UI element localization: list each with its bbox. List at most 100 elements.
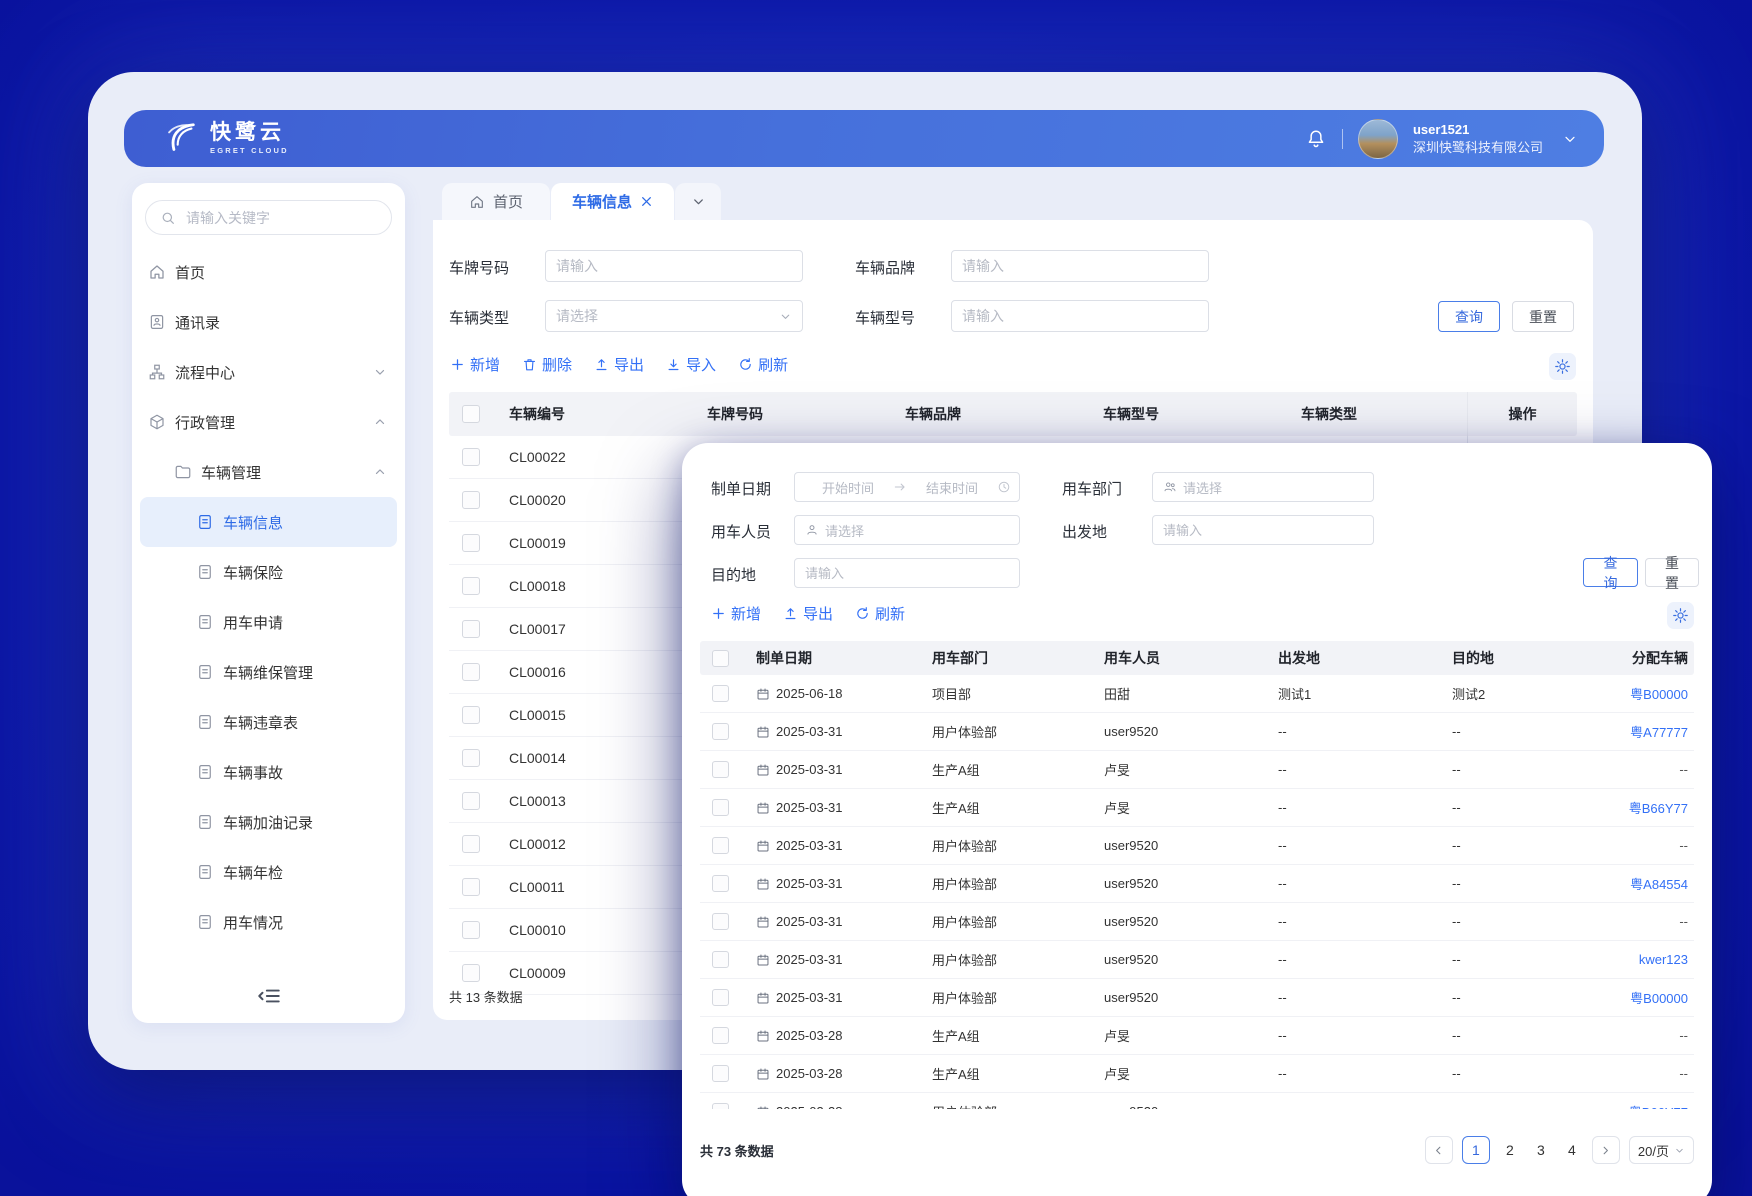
row-checkbox[interactable] bbox=[462, 921, 480, 939]
row-checkbox[interactable] bbox=[712, 989, 729, 1006]
sidebar-item-1[interactable]: 首页 bbox=[140, 247, 397, 297]
sidebar-item-3[interactable]: 流程中心 bbox=[140, 347, 397, 397]
sidebar-search[interactable] bbox=[145, 200, 392, 235]
table-row[interactable]: 2025-03-28生产A组卢旻------ bbox=[700, 1017, 1694, 1055]
row-checkbox[interactable] bbox=[462, 405, 480, 423]
page-button-4[interactable]: 4 bbox=[1561, 1142, 1583, 1158]
sidebar-item-7[interactable]: 车辆保险 bbox=[140, 547, 397, 597]
destination-input[interactable] bbox=[794, 558, 1020, 588]
use-person-select[interactable]: 请选择 bbox=[794, 515, 1020, 545]
use-dept-select[interactable]: 请选择 bbox=[1152, 472, 1374, 502]
next-page-button[interactable] bbox=[1592, 1136, 1620, 1164]
tab-vehicle-info[interactable]: 车辆信息 bbox=[551, 183, 674, 220]
table-row[interactable]: 2025-03-31用户体验部user9520----kwer123 bbox=[700, 941, 1694, 979]
assigned-vehicle-link[interactable]: 粤B00000 bbox=[1604, 684, 1694, 703]
row-checkbox[interactable] bbox=[462, 491, 480, 509]
row-checkbox[interactable] bbox=[712, 1103, 729, 1109]
row-checkbox[interactable] bbox=[712, 685, 729, 702]
page-size-select[interactable]: 20/页 bbox=[1629, 1136, 1694, 1164]
row-checkbox[interactable] bbox=[462, 964, 480, 982]
row-checkbox[interactable] bbox=[712, 837, 729, 854]
table-row[interactable]: 2025-06-18项目部田甜测试1测试2粤B00000 bbox=[700, 675, 1694, 713]
row-checkbox[interactable] bbox=[712, 799, 729, 816]
vehicle-brand-input[interactable] bbox=[951, 250, 1209, 282]
plate-number-input[interactable] bbox=[545, 250, 803, 282]
sidebar-item-4[interactable]: 行政管理 bbox=[140, 397, 397, 447]
sidebar-item-5[interactable]: 车辆管理 bbox=[140, 447, 397, 497]
table-row[interactable]: 2025-03-31用户体验部user9520----粤B00000 bbox=[700, 979, 1694, 1017]
row-checkbox[interactable] bbox=[462, 534, 480, 552]
table-row[interactable]: 2025-03-28用户体验部user9520----粤B66Y77 bbox=[700, 1093, 1694, 1109]
table-row[interactable]: 2025-03-31用户体验部user9520----粤A77777 bbox=[700, 713, 1694, 751]
toolbar-action-3[interactable]: 导出 bbox=[594, 354, 644, 375]
assigned-vehicle-link[interactable]: kwer123 bbox=[1604, 952, 1694, 967]
row-checkbox[interactable] bbox=[712, 1065, 729, 1082]
toolbar-action-1[interactable]: 新增 bbox=[450, 354, 500, 375]
row-checkbox[interactable] bbox=[712, 723, 729, 740]
sidebar-item-13[interactable]: 车辆年检 bbox=[140, 847, 397, 897]
table-row[interactable]: 2025-03-31用户体验部user9520------ bbox=[700, 827, 1694, 865]
page-button-2[interactable]: 2 bbox=[1499, 1142, 1521, 1158]
page-button-3[interactable]: 3 bbox=[1530, 1142, 1552, 1158]
toolbar-action-2[interactable]: 删除 bbox=[522, 354, 572, 375]
sidebar-item-14[interactable]: 用车情况 bbox=[140, 897, 397, 947]
table-row[interactable]: 2025-03-31生产A组卢旻----粤B66Y77 bbox=[700, 789, 1694, 827]
row-checkbox[interactable] bbox=[712, 913, 729, 930]
sidebar-item-6[interactable]: 车辆信息 bbox=[140, 497, 397, 547]
row-checkbox[interactable] bbox=[712, 951, 729, 968]
toolbar-action-3[interactable]: 刷新 bbox=[855, 603, 905, 624]
query-button[interactable]: 查询 bbox=[1583, 558, 1638, 587]
sidebar-item-11[interactable]: 车辆事故 bbox=[140, 747, 397, 797]
row-checkbox[interactable] bbox=[462, 577, 480, 595]
close-tab-icon[interactable] bbox=[640, 195, 653, 208]
sidebar-item-10[interactable]: 车辆违章表 bbox=[140, 697, 397, 747]
row-checkbox[interactable] bbox=[712, 650, 729, 667]
row-checkbox[interactable] bbox=[712, 761, 729, 778]
toolbar-action-1[interactable]: 新增 bbox=[711, 603, 761, 624]
table-settings-button[interactable] bbox=[1667, 602, 1694, 629]
assigned-vehicle-link[interactable]: 粤A84554 bbox=[1604, 874, 1694, 893]
row-checkbox[interactable] bbox=[462, 448, 480, 466]
assigned-vehicle-link[interactable]: 粤B00000 bbox=[1604, 988, 1694, 1007]
toolbar-action-5[interactable]: 刷新 bbox=[738, 354, 788, 375]
row-checkbox[interactable] bbox=[462, 878, 480, 896]
page-button-1[interactable]: 1 bbox=[1462, 1136, 1490, 1164]
collapse-sidebar-button[interactable] bbox=[256, 983, 282, 1009]
assigned-vehicle-link[interactable]: 粤B66Y77 bbox=[1604, 798, 1694, 817]
reset-button[interactable]: 重置 bbox=[1645, 558, 1699, 587]
user-info[interactable]: user1521 深圳快鹭科技有限公司 bbox=[1413, 121, 1543, 156]
departure-input[interactable] bbox=[1152, 515, 1374, 545]
date-range-picker[interactable]: 开始时间 结束时间 bbox=[794, 472, 1020, 502]
query-button[interactable]: 查询 bbox=[1438, 301, 1500, 332]
tabs-dropdown-button[interactable] bbox=[675, 183, 721, 220]
row-checkbox[interactable] bbox=[712, 1027, 729, 1044]
prev-page-button[interactable] bbox=[1425, 1136, 1453, 1164]
tab-home[interactable]: 首页 bbox=[442, 183, 550, 220]
sidebar-item-9[interactable]: 车辆维保管理 bbox=[140, 647, 397, 697]
sidebar-item-8[interactable]: 用车申请 bbox=[140, 597, 397, 647]
row-checkbox[interactable] bbox=[462, 792, 480, 810]
sidebar-search-input[interactable] bbox=[184, 209, 368, 227]
table-row[interactable]: 2025-03-28生产A组卢旻------ bbox=[700, 1055, 1694, 1093]
row-checkbox[interactable] bbox=[462, 663, 480, 681]
table-row[interactable]: 2025-03-31用户体验部user9520------ bbox=[700, 903, 1694, 941]
user-menu-chevron-down-icon[interactable] bbox=[1562, 131, 1578, 147]
vehicle-model-input[interactable] bbox=[951, 300, 1209, 332]
assigned-vehicle-link[interactable]: 粤A77777 bbox=[1604, 722, 1694, 741]
row-checkbox[interactable] bbox=[462, 620, 480, 638]
row-checkbox[interactable] bbox=[462, 749, 480, 767]
reset-button[interactable]: 重置 bbox=[1512, 301, 1574, 332]
toolbar-action-4[interactable]: 导入 bbox=[666, 354, 716, 375]
sidebar-item-2[interactable]: 通讯录 bbox=[140, 297, 397, 347]
row-checkbox[interactable] bbox=[462, 706, 480, 724]
toolbar-action-2[interactable]: 导出 bbox=[783, 603, 833, 624]
table-settings-button[interactable] bbox=[1549, 353, 1576, 380]
row-checkbox[interactable] bbox=[712, 875, 729, 892]
notifications-bell-icon[interactable] bbox=[1305, 128, 1327, 150]
sidebar-item-12[interactable]: 车辆加油记录 bbox=[140, 797, 397, 847]
table-row[interactable]: 2025-03-31生产A组卢旻------ bbox=[700, 751, 1694, 789]
vehicle-type-select[interactable]: 请选择 bbox=[545, 300, 803, 332]
user-avatar[interactable] bbox=[1358, 119, 1398, 159]
row-checkbox[interactable] bbox=[462, 835, 480, 853]
assigned-vehicle-link[interactable]: 粤B66Y77 bbox=[1604, 1102, 1694, 1109]
